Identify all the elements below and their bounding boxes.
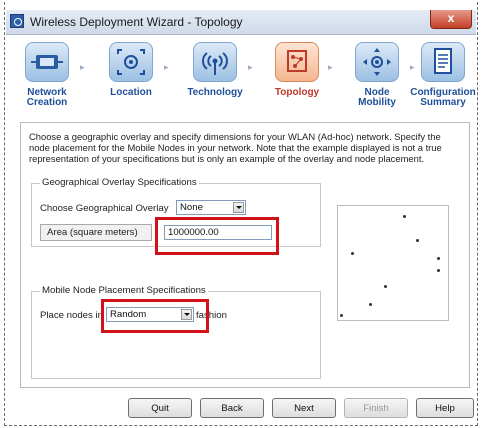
chevron-right-icon: ▸ (328, 62, 333, 72)
preview-node (369, 303, 372, 306)
chevron-right-icon: ▸ (248, 62, 253, 72)
topology-panel: Choose a geographic overlay and specify … (20, 122, 470, 388)
topology-preview (337, 205, 449, 321)
quit-button[interactable]: Quit (128, 398, 192, 418)
area-label: Area (square meters) (47, 227, 138, 238)
placement-label-prefix: Place nodes in (40, 310, 103, 321)
next-button[interactable]: Next (272, 398, 336, 418)
antenna-icon (193, 42, 237, 82)
preview-node (437, 269, 440, 272)
finish-button[interactable]: Finish (344, 398, 408, 418)
window-title: Wireless Deployment Wizard - Topology (30, 15, 243, 29)
step-network-creation[interactable]: Network Creation (12, 42, 82, 108)
help-button[interactable]: Help (416, 398, 474, 418)
step-label: Location (110, 87, 152, 98)
area-highlight-box (155, 217, 279, 255)
step-label: Technology (187, 87, 243, 98)
topology-icon (275, 42, 319, 82)
node-placement-group-title: Mobile Node Placement Specifications (40, 285, 208, 296)
location-crosshair-icon (109, 42, 153, 82)
preview-node (384, 285, 387, 288)
app-icon (10, 14, 24, 28)
wizard-button-bar: Quit Back Next Finish Help (6, 392, 476, 426)
step-topology[interactable]: Topology (262, 42, 332, 98)
placement-highlight-box (101, 299, 209, 333)
step-label: Topology (274, 87, 320, 98)
chevron-right-icon: ▸ (80, 62, 85, 72)
chevron-right-icon: ▸ (164, 62, 169, 72)
preview-node (403, 215, 406, 218)
step-technology[interactable]: Technology (180, 42, 250, 98)
instructions-text: Choose a geographic overlay and specify … (29, 131, 442, 164)
step-location[interactable]: Location (96, 42, 166, 98)
step-node-mobility[interactable]: Node Mobility (342, 42, 412, 108)
preview-node (416, 239, 419, 242)
preview-node (340, 314, 343, 317)
node-mobility-icon (355, 42, 399, 82)
area-label-box: Area (square meters) (40, 224, 152, 241)
network-card-icon (25, 42, 69, 82)
overlay-select-value: None (180, 202, 203, 213)
wizard-steps: NetworkCreation ▸ Location ▸ Technology (6, 36, 476, 118)
step-label: Summary (420, 97, 466, 108)
step-label: Creation (26, 97, 68, 108)
preview-node (437, 257, 440, 260)
step-configuration-summary[interactable]: Configuration Summary (408, 42, 478, 108)
close-button[interactable]: x (430, 10, 472, 29)
overlay-label: Choose Geographical Overlay (40, 203, 169, 214)
geo-overlay-group-title: Geographical Overlay Specifications (40, 177, 199, 188)
step-label: Mobility (358, 97, 396, 108)
title-bar: Wireless Deployment Wizard - Topology x (6, 10, 476, 35)
chevron-down-icon[interactable] (233, 202, 244, 213)
overlay-select[interactable]: None (176, 200, 246, 215)
document-icon (421, 42, 465, 82)
preview-node (351, 252, 354, 255)
back-button[interactable]: Back (200, 398, 264, 418)
